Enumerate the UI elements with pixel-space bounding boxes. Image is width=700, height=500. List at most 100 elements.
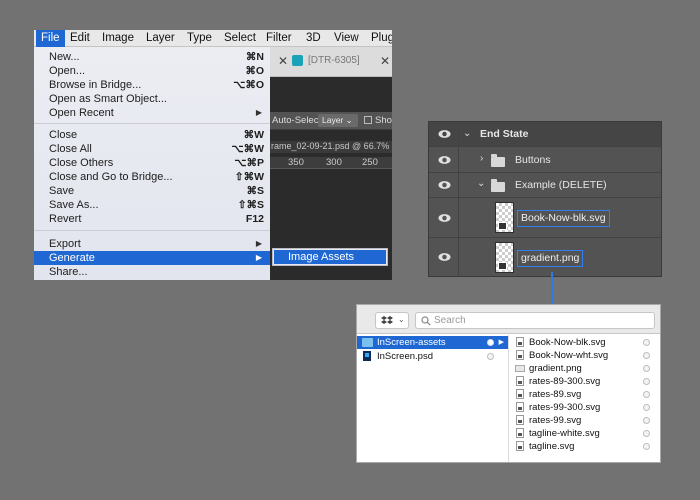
list-item[interactable]: Book-Now-blk.svg: [510, 336, 660, 349]
sync-status-icon: [643, 378, 650, 385]
menu-item-open-smart-object[interactable]: Open as Smart Object...: [34, 92, 270, 106]
list-item[interactable]: tagline-white.svg: [510, 427, 660, 440]
menu-item-share[interactable]: Share...: [34, 265, 270, 279]
menu-image[interactable]: Image: [97, 30, 139, 47]
visibility-column: [429, 122, 459, 146]
menu-3d[interactable]: 3D: [301, 30, 326, 47]
search-input[interactable]: [434, 314, 644, 327]
menu-item-shortcut: ⌘O: [245, 65, 264, 77]
menu-edit[interactable]: Edit: [65, 30, 95, 47]
file-name: tagline-white.svg: [529, 428, 600, 439]
menu-item-export[interactable]: Export ▶: [34, 237, 270, 251]
chevron-down-icon[interactable]: ⌄: [463, 128, 471, 139]
eye-icon[interactable]: [438, 129, 451, 139]
eye-icon[interactable]: [438, 155, 451, 165]
list-item[interactable]: Book-Now-wht.svg: [510, 349, 660, 362]
auto-select-value: Layer: [322, 115, 344, 125]
menu-item-open[interactable]: Open... ⌘O: [34, 64, 270, 78]
document-tabs: ✕ [DTR-6305] ✕: [270, 47, 392, 77]
layer-row-end-state[interactable]: ⌄ End State: [429, 122, 661, 147]
ruler-number: 300: [326, 157, 342, 168]
list-item-inscreen-assets[interactable]: InScreen-assets ▶: [357, 336, 508, 349]
menu-item-shortcut: ⌘W: [243, 129, 264, 141]
menu-item-revert[interactable]: Revert F12: [34, 212, 270, 226]
visibility-column: [429, 198, 459, 237]
layer-name[interactable]: Book-Now-blk.svg: [517, 210, 610, 227]
menu-file[interactable]: File: [36, 30, 65, 47]
folder-icon: [362, 338, 373, 347]
search-field[interactable]: [415, 312, 655, 329]
menu-filter[interactable]: Filter: [261, 30, 297, 47]
menu-item-image-assets[interactable]: Image Assets: [274, 250, 386, 264]
options-bar: Auto-Select: Layer ⌄ Show: [270, 112, 392, 130]
menu-select[interactable]: Select: [219, 30, 261, 47]
chevron-right-icon[interactable]: ›: [480, 153, 483, 164]
menu-item-shortcut: ⌥⌘P: [234, 157, 264, 169]
chevron-down-icon[interactable]: ⌄: [477, 178, 485, 189]
layer-name: End State: [480, 128, 529, 140]
sync-status-icon: [643, 417, 650, 424]
list-item[interactable]: gradient.png: [510, 362, 660, 375]
menu-item-new[interactable]: New... ⌘N: [34, 50, 270, 64]
menu-item-label: Close and Go to Bridge...: [49, 171, 173, 183]
eye-icon[interactable]: [438, 213, 451, 223]
sync-status-icon: [643, 391, 650, 398]
list-item[interactable]: rates-99.svg: [510, 414, 660, 427]
menu-item-label: Share...: [49, 266, 88, 278]
sync-status-icon: [643, 339, 650, 346]
menu-type[interactable]: Type: [182, 30, 217, 47]
menu-item-close[interactable]: Close ⌘W: [34, 128, 270, 142]
canvas-document-tab[interactable]: rame_02-09-21.psd @ 66.7%: [270, 141, 392, 153]
dropbox-icon: [381, 316, 393, 324]
menu-item-save-as[interactable]: Save As... ⇧⌘S: [34, 198, 270, 212]
layers-panel: ⌄ End State › Buttons ⌄ Example (DELETE)…: [428, 121, 662, 277]
chevron-down-icon: ⌄: [398, 315, 405, 324]
smart-object-icon: [498, 222, 507, 230]
eye-icon[interactable]: [438, 252, 451, 262]
dropbox-menu-button[interactable]: ⌄: [375, 312, 409, 329]
menu-item-generate[interactable]: Generate ▶: [34, 251, 270, 265]
layer-name: Example (DELETE): [515, 179, 607, 191]
finder-column-2: Book-Now-blk.svg Book-Now-wht.svg gradie…: [510, 335, 660, 462]
menu-item-label: New...: [49, 51, 80, 63]
menu-view[interactable]: View: [329, 30, 364, 47]
svg-file-icon: [516, 402, 524, 412]
file-name: Book-Now-wht.svg: [529, 350, 609, 361]
list-item[interactable]: tagline.svg: [510, 440, 660, 453]
menu-layer[interactable]: Layer: [141, 30, 180, 47]
menu-item-label: Close All: [49, 143, 92, 155]
auto-select-dropdown[interactable]: Layer ⌄: [318, 114, 358, 127]
list-item[interactable]: rates-99-300.svg: [510, 401, 660, 414]
menu-item-label: Export: [49, 238, 81, 250]
layer-row-gradient[interactable]: gradient.png: [429, 238, 661, 276]
sync-status-icon: [643, 443, 650, 450]
close-tab-icon[interactable]: ✕: [380, 54, 390, 68]
menu-item-save[interactable]: Save ⌘S: [34, 184, 270, 198]
document-tab[interactable]: [DTR-6305]: [308, 55, 360, 66]
psd-file-icon: [363, 351, 371, 361]
svg-file-icon: [516, 441, 524, 451]
menu-item-open-recent[interactable]: Open Recent ▶: [34, 106, 270, 120]
canvas-document-title: rame_02-09-21.psd @ 66.7%: [271, 141, 390, 151]
menu-item-browse-in-bridge[interactable]: Browse in Bridge... ⌥⌘O: [34, 78, 270, 92]
file-name: tagline.svg: [529, 441, 575, 452]
eye-icon[interactable]: [438, 180, 451, 190]
list-item-inscreen-psd[interactable]: InScreen.psd: [357, 350, 508, 363]
list-item[interactable]: rates-89-300.svg: [510, 375, 660, 388]
file-name: Book-Now-blk.svg: [529, 337, 606, 348]
smart-object-icon: [498, 262, 507, 270]
list-item[interactable]: rates-89.svg: [510, 388, 660, 401]
layer-name[interactable]: gradient.png: [517, 250, 584, 267]
menu-item-close-others[interactable]: Close Others ⌥⌘P: [34, 156, 270, 170]
finder-toolbar: ⌄: [357, 305, 660, 334]
layer-row-example[interactable]: ⌄ Example (DELETE): [429, 173, 661, 198]
menu-plugins[interactable]: Plug: [366, 30, 392, 47]
menu-item-label: Open...: [49, 65, 86, 77]
layer-row-buttons[interactable]: › Buttons: [429, 147, 661, 173]
close-tab-icon[interactable]: ✕: [278, 54, 288, 68]
menu-item-close-go-to-bridge[interactable]: Close and Go to Bridge... ⇧⌘W: [34, 170, 270, 184]
ruler-number: 250: [362, 157, 378, 168]
layer-row-book-now[interactable]: Book-Now-blk.svg: [429, 198, 661, 238]
menu-item-close-all[interactable]: Close All ⌥⌘W: [34, 142, 270, 156]
show-transform-checkbox[interactable]: [364, 116, 372, 124]
